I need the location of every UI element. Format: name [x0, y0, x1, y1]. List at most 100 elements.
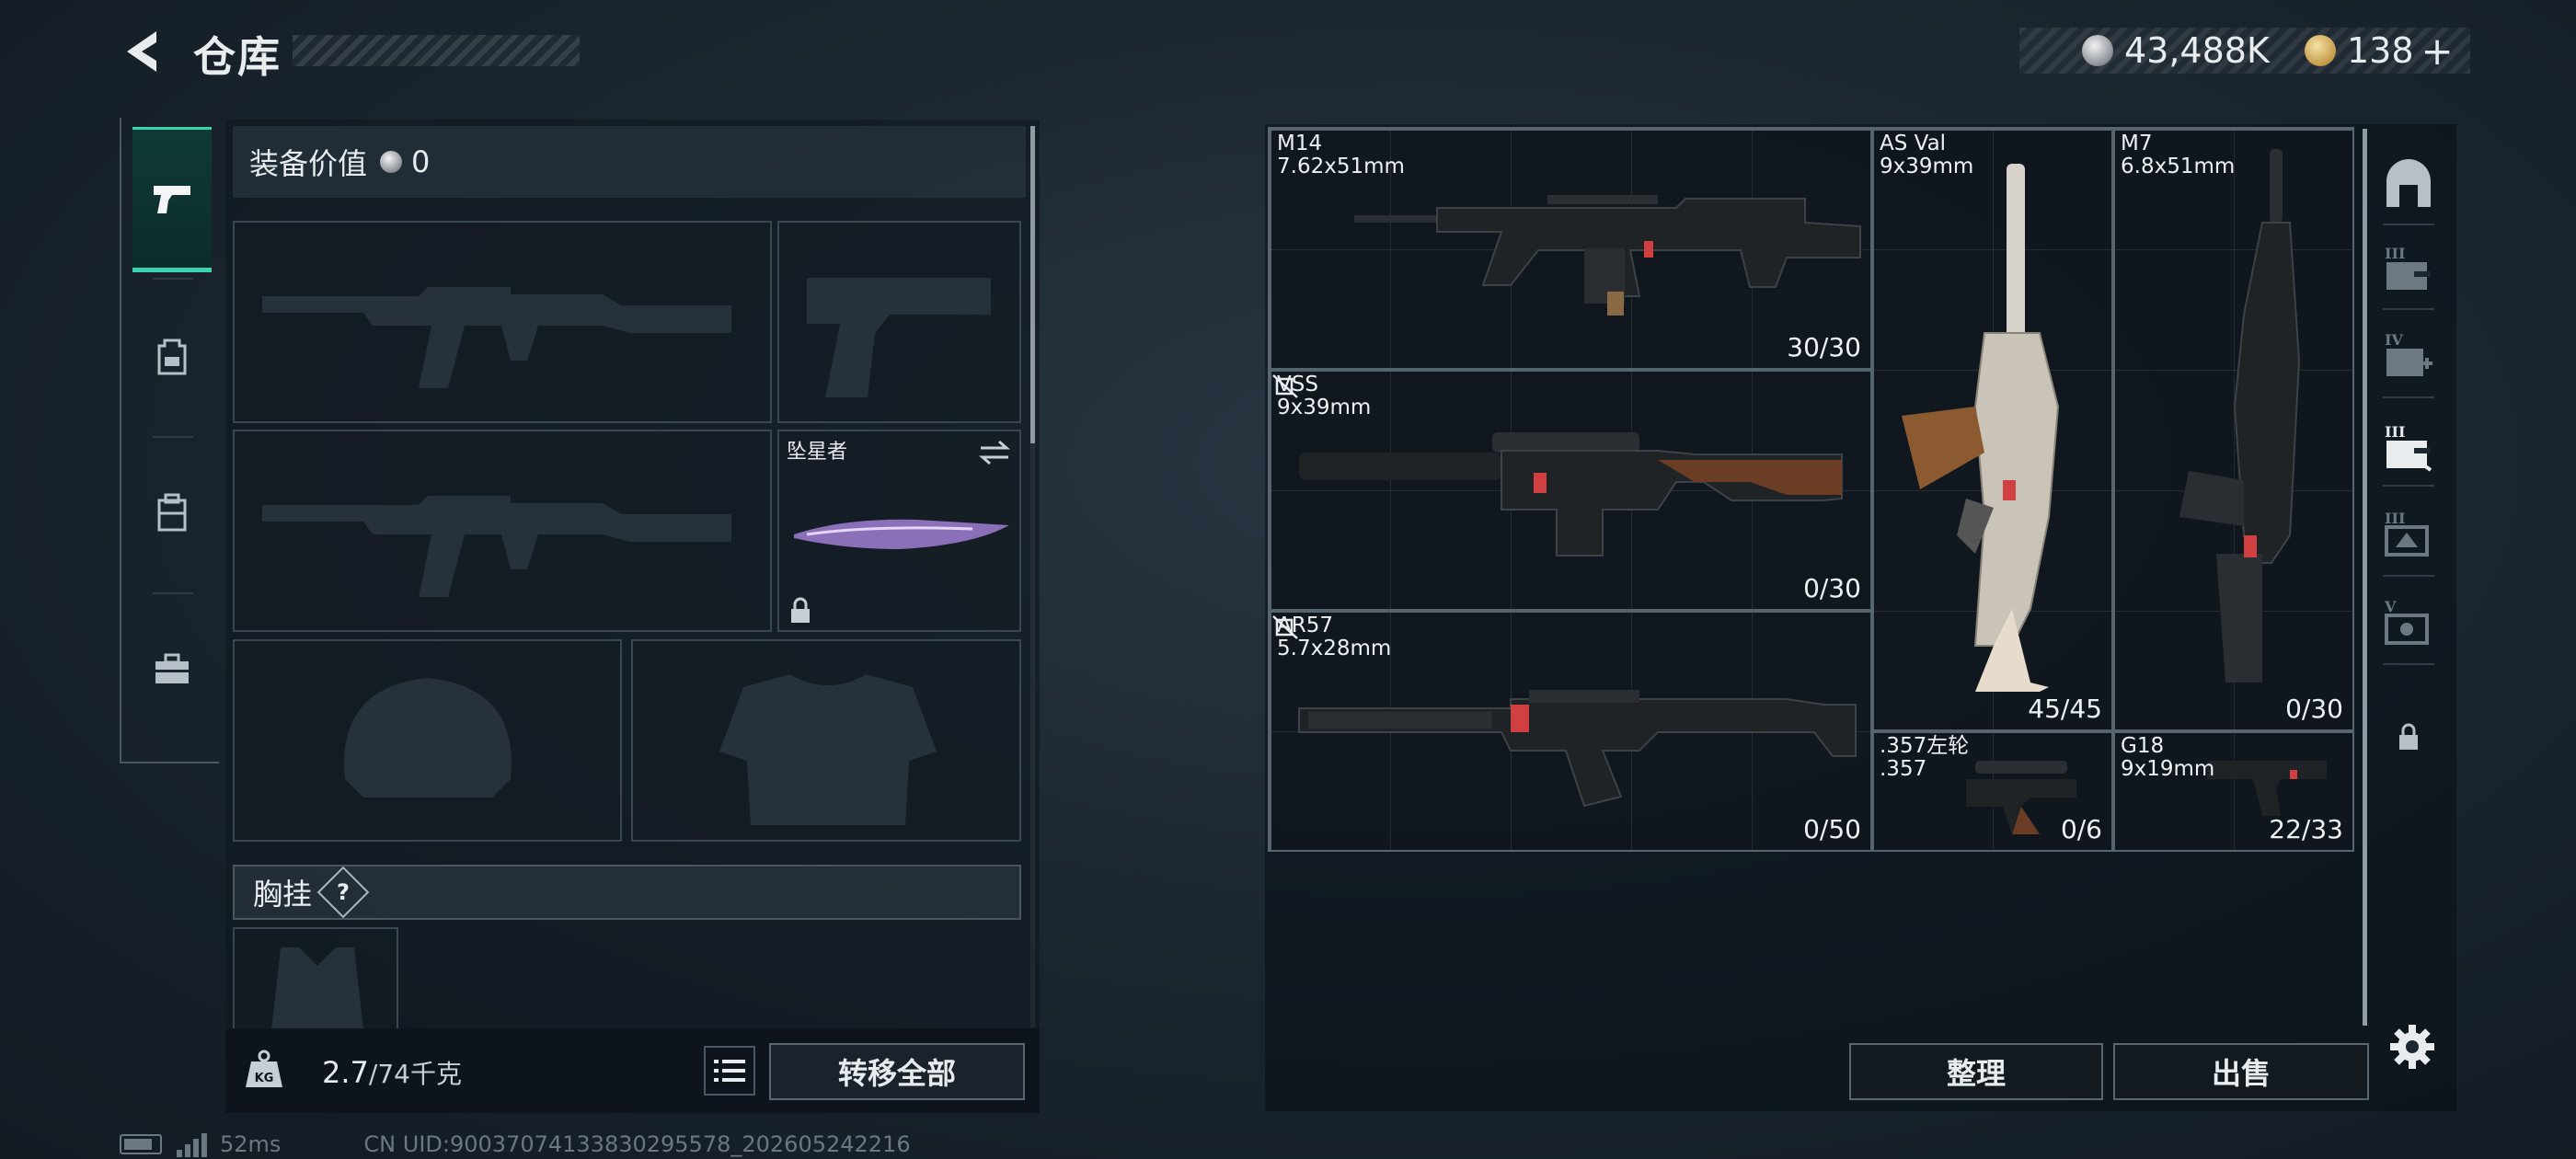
ping-value: 52ms [220, 1131, 282, 1157]
sort-button[interactable]: 整理 [1849, 1043, 2103, 1100]
carry-weight-max: /74千克 [368, 1059, 462, 1089]
carry-weight-value: 2.7 [322, 1055, 369, 1090]
tab-tier5-crate[interactable]: V [2375, 590, 2442, 656]
melee-name: 坠星者 [787, 441, 848, 464]
tab-tier3-armor-crate[interactable]: III [2375, 501, 2442, 568]
weapon-item-m14[interactable]: M14 7.62x51mm 30/30 [1270, 129, 1872, 370]
pistol-placeholder-icon [807, 278, 991, 397]
weapon-ammo: 0/6 [2060, 814, 2102, 844]
pistol-icon [154, 186, 190, 213]
silver-amount: 43,488K [2124, 30, 2270, 71]
weapon-name: AS Val [1880, 132, 1947, 155]
tab-toolbox[interactable] [132, 596, 212, 741]
svg-text:III: III [2385, 510, 2405, 527]
weapon-item-vss[interactable]: VSS 9x39mm 0/30 [1270, 370, 1872, 611]
svg-text:IV: IV [2385, 331, 2403, 349]
primary-weapon-slot-1[interactable] [233, 221, 772, 423]
weapon-name-block: M14 7.62x51mm [1277, 132, 1405, 178]
weapon-caliber: 5.7x28mm [1277, 637, 1392, 660]
svg-text:III: III [2385, 423, 2405, 441]
tab-backpack[interactable] [132, 283, 212, 429]
svg-text:III: III [2385, 245, 2405, 262]
safehouse-icon [2386, 159, 2431, 207]
tier3-armor-crate-icon: III [2385, 510, 2429, 557]
primary-weapon-slot-2[interactable] [233, 430, 772, 632]
chest-rig-slot[interactable] [233, 927, 398, 1030]
weapon-name: M7 [2121, 132, 2153, 155]
no-insurance-icon [1272, 374, 1298, 398]
weapon-item-ar57[interactable]: AR57 5.7x28mm 0/50 [1270, 611, 1872, 852]
gear-icon[interactable] [2388, 1023, 2436, 1071]
tab-tier3-weapon-crate[interactable]: III [2375, 415, 2442, 481]
weapon-ammo: 45/45 [2028, 694, 2102, 724]
weapon-name: .357左轮 [1880, 734, 1970, 758]
lock-icon [791, 597, 810, 623]
tab-weapons[interactable] [132, 127, 212, 272]
chest-rig-label: 胸挂 [253, 877, 313, 912]
add-currency-button[interactable]: + [2421, 29, 2454, 74]
weapon-item-as-val[interactable]: AS Val 9x39mm 45/45 [1872, 129, 2113, 731]
bag-icon [157, 493, 187, 532]
tab-bag[interactable] [132, 440, 212, 585]
m7-rifle-icon [2179, 149, 2301, 683]
knife-icon [794, 519, 1009, 549]
user-uid: CN UID:90037074133830295578_202605242216 [363, 1131, 911, 1157]
transfer-all-button[interactable]: 转移全部 [769, 1043, 1025, 1100]
weapon-name-block: AS Val 9x39mm [1880, 132, 1973, 178]
storage-grid: M14 7.62x51mm 30/30 VSS 9x39mm 0/30 AR57… [1268, 127, 2354, 852]
tab-tier3-medical[interactable]: III [2375, 236, 2442, 303]
tier4-medical-icon: IV [2385, 331, 2432, 376]
silver-coin-icon [2082, 35, 2113, 66]
weapon-item-357-revolver[interactable]: .357左轮 .357 0/6 [1872, 731, 2113, 852]
gold-coin-icon [2305, 35, 2336, 66]
list-icon [714, 1060, 745, 1082]
tier3-weapon-crate-icon: III [2385, 423, 2432, 472]
armor-placeholder-icon [719, 674, 937, 825]
rifle-placeholder-icon [262, 496, 731, 597]
armor-slot[interactable] [631, 639, 1021, 842]
chest-rig-placeholder-icon [271, 947, 363, 1030]
weapon-ammo: 0/30 [1803, 573, 1861, 603]
helmet-slot[interactable] [233, 639, 622, 842]
weapon-item-m7[interactable]: M7 6.8x51mm 0/30 [2113, 129, 2354, 731]
tab-tier4-medical[interactable]: IV [2375, 323, 2442, 389]
weapon-caliber: .357 [1880, 757, 1927, 781]
backpack-icon [157, 339, 187, 375]
weapon-name-block: M7 6.8x51mm [2121, 132, 2235, 178]
weapon-caliber: 7.62x51mm [1277, 155, 1405, 178]
tab-locked[interactable] [2375, 704, 2442, 770]
no-insurance-icon [1272, 615, 1298, 639]
weapon-ammo: 22/33 [2269, 814, 2343, 844]
status-bar: 52ms CN UID:90037074133830295578_2026052… [120, 1130, 911, 1159]
carry-weight: 2.7/74千克 [322, 1054, 462, 1091]
weapon-caliber: 6.8x51mm [2121, 155, 2236, 178]
rifle-placeholder-icon [262, 287, 731, 388]
tier5-crate-icon: V [2384, 598, 2429, 645]
helmet-placeholder-icon [344, 678, 512, 798]
sidearm-slot[interactable] [777, 221, 1021, 423]
equipment-value-label: 装备价值 [249, 146, 368, 181]
as-val-rifle-icon [1902, 164, 2060, 692]
help-icon[interactable]: ? [316, 866, 370, 919]
loadout-scroll-thumb[interactable] [1030, 126, 1035, 443]
weapon-caliber: 9x39mm [1277, 396, 1372, 419]
weapon-item-g18[interactable]: G18 9x19mm 22/33 [2113, 731, 2354, 852]
weapon-ammo: 0/30 [2285, 694, 2343, 724]
equipment-value: 0 [411, 144, 431, 179]
gold-amount: 138 [2347, 30, 2414, 71]
weapon-caliber: 9x19mm [2121, 757, 2215, 781]
list-view-button[interactable] [704, 1046, 755, 1096]
sell-button[interactable]: 出售 [2113, 1043, 2369, 1100]
currency-bar: 43,488K 138 + [2019, 28, 2470, 74]
melee-slot[interactable]: 坠星者 [777, 430, 1021, 632]
equipment-value-bar: 装备价值 0 [233, 126, 1026, 198]
back-arrow-icon[interactable] [120, 28, 164, 75]
chest-rig-header: 胸挂 ? [233, 865, 1021, 920]
title-decoration [293, 35, 580, 66]
silver-coin-icon [380, 151, 403, 173]
tab-safehouse[interactable] [2375, 152, 2442, 218]
page-title: 仓库 [193, 32, 282, 82]
swap-icon[interactable] [977, 439, 1012, 466]
lock-icon [2399, 723, 2418, 750]
signal-icon [177, 1131, 207, 1157]
